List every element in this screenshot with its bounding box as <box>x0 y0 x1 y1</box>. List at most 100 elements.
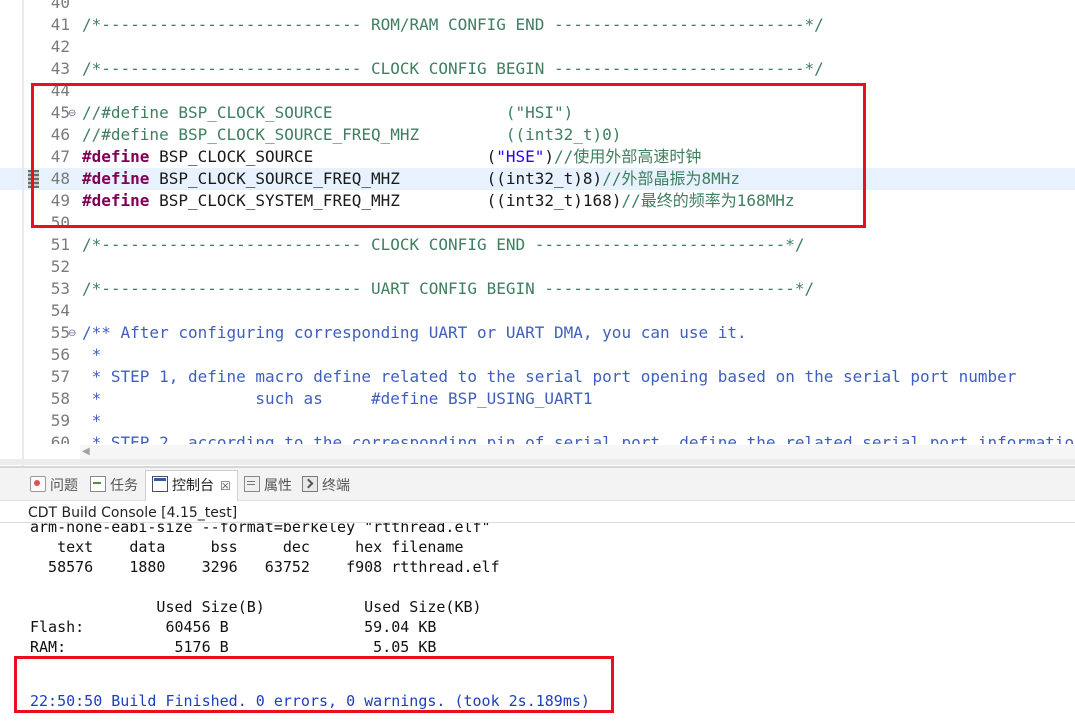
problems-icon <box>30 476 46 492</box>
tab-terminal-label: 终端 <box>322 478 350 494</box>
line-number: 58 <box>50 389 70 408</box>
code-token: /** After configuring corresponding UART… <box>82 323 747 342</box>
code-text: #define BSP_CLOCK_SOURCE ("HSE")//使用外部高速… <box>82 146 701 168</box>
fold-collapse-icon[interactable]: ⊖ <box>68 103 76 125</box>
line-number: 53 <box>50 279 70 298</box>
code-text: * such as #define BSP_USING_UART1 <box>82 388 593 410</box>
tab-properties-label: 属性 <box>264 478 292 494</box>
tab-tasks[interactable]: 任务 <box>90 472 138 500</box>
code-text: //#define BSP_CLOCK_SOURCE ("HSI") <box>82 102 573 124</box>
code-text: * STEP 1, define macro define related to… <box>82 366 1017 388</box>
code-text: /*--------------------------- UART CONFI… <box>82 278 814 300</box>
code-line[interactable]: 42 <box>0 36 1075 58</box>
line-number: 47 <box>50 147 70 166</box>
code-line[interactable]: 54 <box>0 300 1075 322</box>
line-number: 48 <box>50 169 70 188</box>
code-line[interactable]: 50 <box>0 212 1075 234</box>
code-line[interactable]: 52 <box>0 256 1075 278</box>
tab-terminal[interactable]: 终端 <box>302 472 350 500</box>
code-line[interactable]: 44 <box>0 80 1075 102</box>
code-text: * STEP 2, according to the corresponding… <box>82 432 1075 444</box>
close-icon[interactable]: ☒ <box>220 479 231 493</box>
tab-console-label: 控制台 <box>172 478 214 494</box>
code-token: #define <box>82 147 150 166</box>
code-line[interactable]: 59 * <box>0 410 1075 432</box>
code-text: /*--------------------------- CLOCK CONF… <box>82 58 824 80</box>
code-line[interactable]: 49 #define BSP_CLOCK_SYSTEM_FREQ_MHZ ((in… <box>0 190 1075 212</box>
tab-problems[interactable]: 问题 <box>30 472 78 500</box>
code-line[interactable]: 41 /*--------------------------- ROM/RAM … <box>0 14 1075 36</box>
code-line[interactable]: 60 * STEP 2, according to the correspond… <box>0 432 1075 444</box>
code-text: /** After configuring corresponding UART… <box>82 322 747 344</box>
code-token: * STEP 1, define macro define related to… <box>82 367 1017 386</box>
code-token: BSP_CLOCK_SOURCE <box>149 147 487 166</box>
code-token: * STEP 2, according to the corresponding… <box>82 433 1075 444</box>
console-icon <box>152 476 168 492</box>
code-line[interactable]: 57 * STEP 1, define macro define related… <box>0 366 1075 388</box>
editor-bottom-border <box>0 459 1075 465</box>
line-number: 42 <box>50 37 70 56</box>
code-token: //#define BSP_CLOCK_SOURCE ("HSI") <box>82 103 574 122</box>
editor-horizontal-scrollbar[interactable] <box>80 445 1075 459</box>
code-editor[interactable]: 40 41 /*--------------------------- ROM/RA… <box>0 0 1075 444</box>
line-number: 52 <box>50 257 70 276</box>
scroll-left-arrow-icon[interactable]: ◀ <box>82 445 96 459</box>
code-token: /*--------------------------- CLOCK CONF… <box>82 235 805 254</box>
line-number: 41 <box>50 15 70 34</box>
code-token: /*--------------------------- UART CONFI… <box>82 279 815 298</box>
line-number: 46 <box>50 125 70 144</box>
code-token: ) <box>544 147 555 166</box>
build-result-line: 22:50:50 Build Finished. 0 errors, 0 war… <box>30 692 590 710</box>
code-text: #define BSP_CLOCK_SYSTEM_FREQ_MHZ ((int3… <box>82 190 795 212</box>
code-line[interactable]: 48 #define BSP_CLOCK_SOURCE_FREQ_MHZ ((in… <box>0 168 1075 190</box>
code-line[interactable]: 53 /*--------------------------- UART CON… <box>0 278 1075 300</box>
line-number: 56 <box>50 345 70 364</box>
console-output[interactable]: arm-none-eabi-size --format=berkeley "rt… <box>0 523 1075 726</box>
code-token: * such as #define BSP_USING_UART1 <box>82 389 593 408</box>
code-token: * <box>82 411 102 430</box>
line-number: 57 <box>50 367 70 386</box>
tab-problems-label: 问题 <box>50 478 78 494</box>
code-token: //使用外部高速时钟 <box>554 147 702 166</box>
code-line[interactable]: 46 //#define BSP_CLOCK_SOURCE_FREQ_MHZ ((… <box>0 124 1075 146</box>
code-token: BSP_CLOCK_SOURCE_FREQ_MHZ ((int32_t)8) <box>149 169 603 188</box>
code-line[interactable]: 55 ⊖ /** After configuring corresponding U… <box>0 322 1075 344</box>
line-number: 43 <box>50 59 70 78</box>
code-text: * <box>82 410 102 432</box>
code-token: //外部晶振为8MHz <box>602 169 740 188</box>
tab-console[interactable]: 控制台 ☒ <box>145 470 238 501</box>
ide-window: 40 41 /*--------------------------- ROM/RA… <box>0 0 1075 726</box>
code-token: BSP_CLOCK_SYSTEM_FREQ_MHZ ((int32_t)168) <box>149 191 622 210</box>
terminal-icon <box>302 476 318 492</box>
tasks-icon <box>90 476 106 492</box>
code-line[interactable]: 56 * <box>0 344 1075 366</box>
code-text: /*--------------------------- ROM/RAM CO… <box>82 14 824 36</box>
bottom-view-tabbar: 问题 任务 控制台 ☒ 属性 终端 <box>0 468 1075 501</box>
code-line[interactable]: 40 <box>0 0 1075 14</box>
tab-properties[interactable]: 属性 <box>244 472 292 500</box>
line-number: 49 <box>50 191 70 210</box>
line-number: 50 <box>50 213 70 232</box>
code-line[interactable]: 58 * such as #define BSP_USING_UART1 <box>0 388 1075 410</box>
fold-collapse-icon[interactable]: ⊖ <box>68 323 76 345</box>
code-token: #define <box>82 169 150 188</box>
console-line: text data bss dec hex filename <box>30 538 464 556</box>
console-line: Flash: 60456 B 59.04 KB <box>30 618 437 636</box>
console-line: 58576 1880 3296 63752 f908 rtthread.elf <box>30 558 500 576</box>
code-token: /*--------------------------- CLOCK CONF… <box>82 59 824 78</box>
code-line[interactable]: 43 /*--------------------------- CLOCK CO… <box>0 58 1075 80</box>
code-token: #define <box>82 191 150 210</box>
code-token: /*--------------------------- ROM/RAM CO… <box>82 15 824 34</box>
code-line[interactable]: 45 ⊖ //#define BSP_CLOCK_SOURCE ("HSI") <box>0 102 1075 124</box>
line-number: 59 <box>50 411 70 430</box>
code-token: ( <box>486 147 497 166</box>
change-marker-icon[interactable] <box>28 170 39 188</box>
code-text: /*--------------------------- CLOCK CONF… <box>82 234 804 256</box>
console-line: Used Size(B) Used Size(KB) <box>30 598 482 616</box>
line-number: 40 <box>50 0 70 12</box>
line-number: 51 <box>50 235 70 254</box>
line-number: 54 <box>50 301 70 320</box>
line-number: 60 <box>50 433 70 444</box>
code-line[interactable]: 47 #define BSP_CLOCK_SOURCE ("HSE")//使用外部… <box>0 146 1075 168</box>
code-line[interactable]: 51 /*--------------------------- CLOCK CO… <box>0 234 1075 256</box>
